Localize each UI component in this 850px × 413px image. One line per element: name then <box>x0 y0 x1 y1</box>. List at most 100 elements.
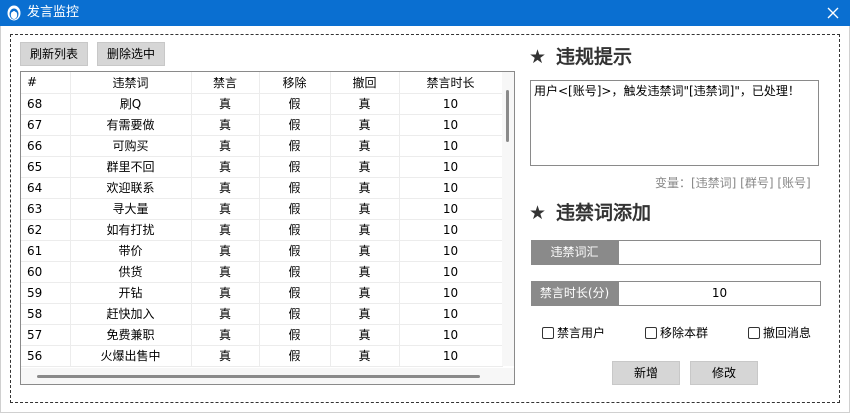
close-icon[interactable] <box>816 0 850 26</box>
cell-word: 供货 <box>70 261 192 283</box>
cell-word: 刷Q <box>70 93 192 115</box>
horizontal-scrollbar[interactable] <box>21 368 514 384</box>
cell-remove: 假 <box>259 93 331 115</box>
cell-duration: 10 <box>399 345 503 367</box>
banned-words-table[interactable]: # 违禁词 禁言 移除 撤回 禁言时长 68 刷Q 真假真 10 67 有需要做真假真 10… <box>20 71 515 385</box>
cell-remove: 假 <box>259 345 331 367</box>
remove-from-group-label: 移除本群 <box>660 326 709 340</box>
cell-remove: 假 <box>259 156 331 178</box>
cell-recall: 真 <box>330 219 400 241</box>
column-header-recall[interactable]: 撤回 <box>330 72 400 94</box>
cell-duration: 10 <box>399 135 503 157</box>
recall-message-checkbox[interactable]: 撤回消息 <box>748 326 811 342</box>
cell-recall: 真 <box>330 261 400 283</box>
vertical-scrollbar[interactable] <box>502 72 514 366</box>
cell-mute: 真 <box>191 240 260 262</box>
table-row[interactable]: 60 供货真假真 10 <box>21 261 503 283</box>
table-row[interactable]: 67 有需要做真假真 10 <box>21 114 503 136</box>
checkbox-box[interactable] <box>645 327 657 339</box>
checkbox-box[interactable] <box>542 327 554 339</box>
cell-remove: 假 <box>259 135 331 157</box>
cell-number: 58 <box>21 303 71 325</box>
cell-mute: 真 <box>191 219 260 241</box>
table-row[interactable]: 56 火爆出售中真假真 10 <box>21 345 503 367</box>
cell-mute: 真 <box>191 282 260 304</box>
cell-remove: 假 <box>259 219 331 241</box>
cell-word: 如有打扰 <box>70 219 192 241</box>
violation-notice-title: 违规提示 <box>556 46 633 68</box>
table-row[interactable]: 65 群里不回真假真 10 <box>21 156 503 178</box>
cell-recall: 真 <box>330 345 400 367</box>
checkbox-box[interactable] <box>748 327 760 339</box>
remove-from-group-checkbox[interactable]: 移除本群 <box>645 326 708 342</box>
word-field-label: 违禁词汇 <box>531 240 618 265</box>
cell-recall: 真 <box>330 156 400 178</box>
table-header: # 违禁词 禁言 移除 撤回 禁言时长 <box>21 72 503 94</box>
cell-recall: 真 <box>330 240 400 262</box>
column-header-remove[interactable]: 移除 <box>259 72 331 94</box>
cell-word: 欢迎联系 <box>70 177 192 199</box>
cell-recall: 真 <box>330 135 400 157</box>
cell-remove: 假 <box>259 198 331 220</box>
add-button[interactable]: 新增 <box>612 361 680 385</box>
table-row[interactable]: 61 带价真假真 10 <box>21 240 503 262</box>
cell-word: 寻大量 <box>70 198 192 220</box>
table-row[interactable]: 68 刷Q 真假真 10 <box>21 93 503 115</box>
cell-number: 64 <box>21 177 71 199</box>
cell-word: 开钻 <box>70 282 192 304</box>
table-row[interactable]: 62 如有打扰真假真 10 <box>21 219 503 241</box>
cell-mute: 真 <box>191 261 260 283</box>
duration-input[interactable]: 10 <box>618 281 821 306</box>
column-header-duration[interactable]: 禁言时长 <box>399 72 503 94</box>
cell-duration: 10 <box>399 156 503 178</box>
violation-notice-heading: ★ 违规提示 <box>529 46 632 68</box>
table-row[interactable]: 64 欢迎联系真假真 10 <box>21 177 503 199</box>
cell-duration: 10 <box>399 282 503 304</box>
table-row[interactable]: 58 赶快加入真假真 10 <box>21 303 503 325</box>
vertical-scroll-thumb[interactable] <box>506 90 509 142</box>
cell-recall: 真 <box>330 114 400 136</box>
cell-remove: 假 <box>259 303 331 325</box>
word-input[interactable] <box>618 240 821 265</box>
variables-hint: 变量：[违禁词] [群号] [账号] <box>655 176 811 190</box>
horizontal-scroll-thumb[interactable] <box>37 375 480 378</box>
edit-button[interactable]: 修改 <box>690 361 758 385</box>
cell-word: 火爆出售中 <box>70 345 192 367</box>
table-row[interactable]: 63 寻大量真假真 10 <box>21 198 503 220</box>
cell-mute: 真 <box>191 303 260 325</box>
cell-recall: 真 <box>330 303 400 325</box>
star-icon: ★ <box>529 202 547 224</box>
column-header-mute[interactable]: 禁言 <box>191 72 260 94</box>
refresh-list-button[interactable]: 刷新列表 <box>20 42 88 66</box>
cell-recall: 真 <box>330 93 400 115</box>
cell-word: 免费兼职 <box>70 324 192 346</box>
column-header-word[interactable]: 违禁词 <box>70 72 192 94</box>
cell-duration: 10 <box>399 324 503 346</box>
delete-selected-button[interactable]: 删除选中 <box>97 42 165 66</box>
cell-duration: 10 <box>399 240 503 262</box>
recall-message-label: 撤回消息 <box>763 326 812 340</box>
cell-recall: 真 <box>330 177 400 199</box>
cell-word: 可购买 <box>70 135 192 157</box>
column-header-number[interactable]: # <box>21 72 71 94</box>
notice-template-textarea[interactable]: 用户<[账号]>，触发违禁词"[违禁词]"，已处理！ <box>530 80 819 166</box>
table-row[interactable]: 59 开钻真假真 10 <box>21 282 503 304</box>
cell-remove: 假 <box>259 261 331 283</box>
mute-user-label: 禁言用户 <box>557 326 606 340</box>
cell-number: 63 <box>21 198 71 220</box>
mute-user-checkbox[interactable]: 禁言用户 <box>542 326 605 342</box>
add-word-title: 违禁词添加 <box>556 202 652 224</box>
table-row[interactable]: 57 免费兼职真假真 10 <box>21 324 503 346</box>
cell-duration: 10 <box>399 303 503 325</box>
cell-recall: 真 <box>330 198 400 220</box>
cell-remove: 假 <box>259 282 331 304</box>
cell-word: 群里不回 <box>70 156 192 178</box>
add-word-heading: ★ 违禁词添加 <box>529 202 651 224</box>
cell-remove: 假 <box>259 177 331 199</box>
cell-mute: 真 <box>191 93 260 115</box>
cell-number: 65 <box>21 156 71 178</box>
star-icon: ★ <box>529 46 547 68</box>
table-row[interactable]: 66 可购买真假真 10 <box>21 135 503 157</box>
cell-number: 66 <box>21 135 71 157</box>
cell-number: 56 <box>21 345 71 367</box>
